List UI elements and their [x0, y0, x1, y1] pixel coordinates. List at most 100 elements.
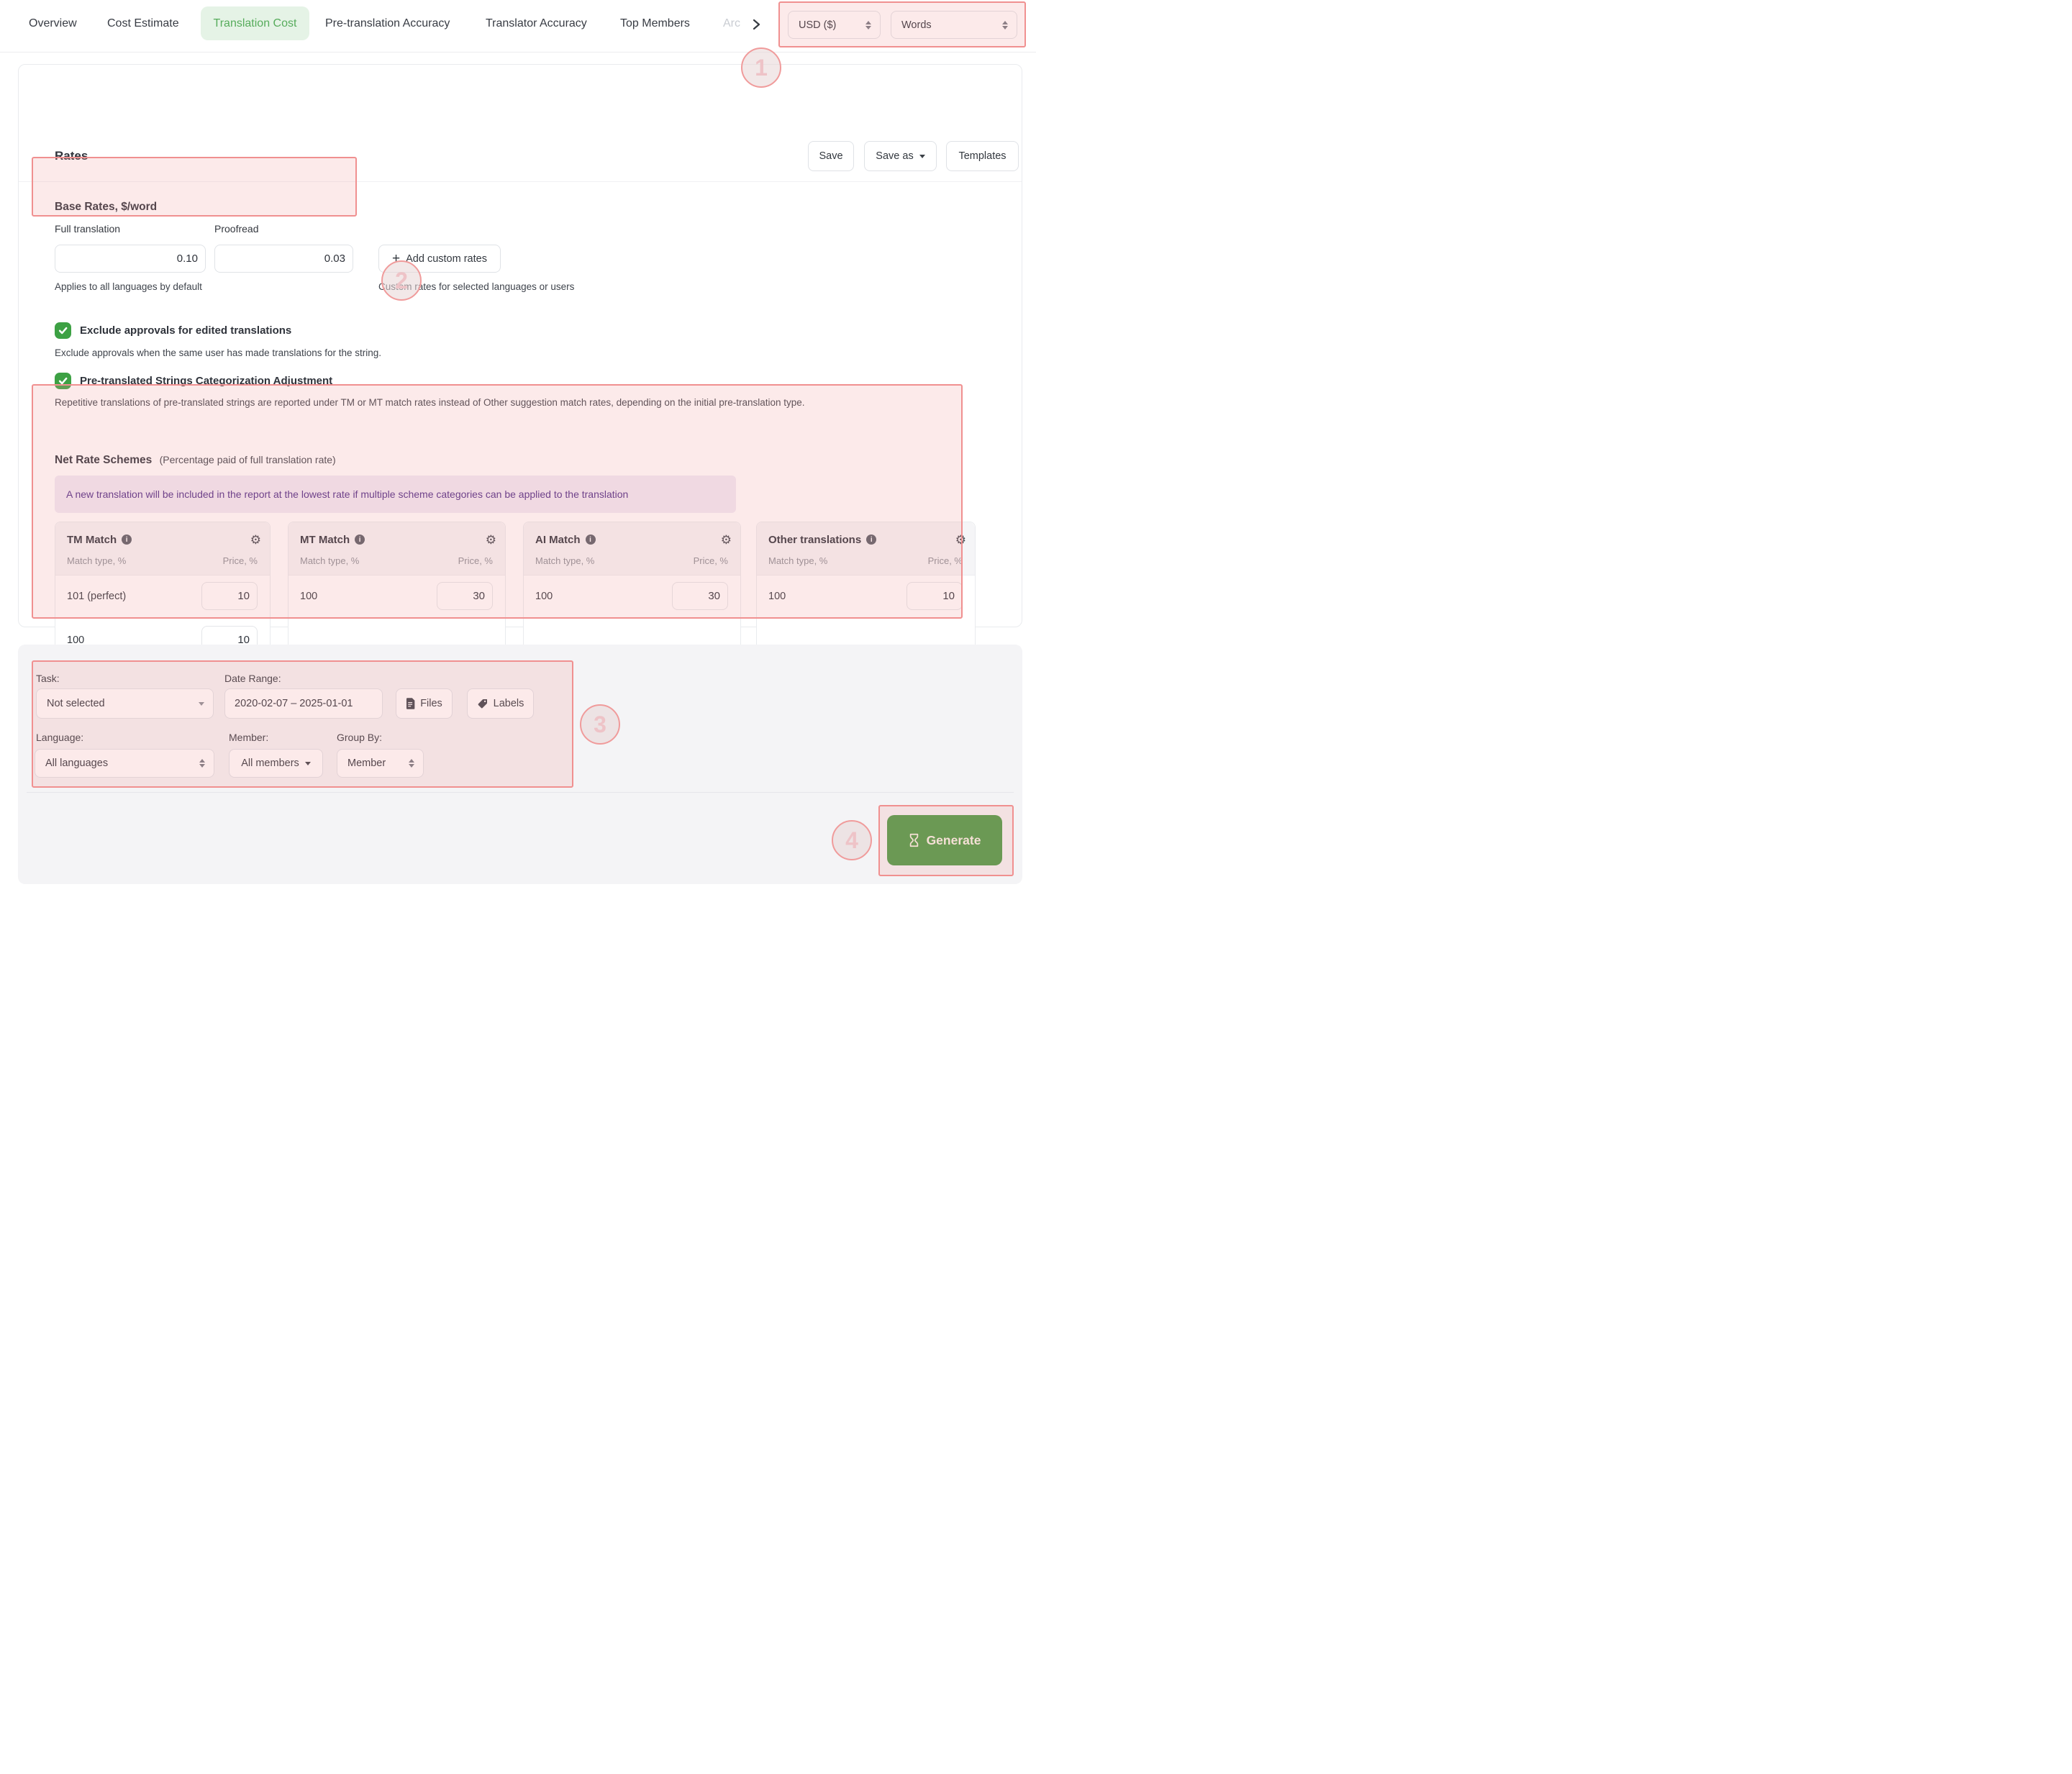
price-column-label: Price, %: [222, 555, 258, 566]
match-type-column-label: Match type, %: [535, 555, 595, 566]
info-icon[interactable]: i: [122, 535, 132, 545]
match-type-value: 100: [768, 590, 786, 602]
header-divider: [19, 181, 1022, 182]
labels-button[interactable]: Labels: [467, 688, 534, 719]
match-type-value: 100: [300, 590, 318, 602]
report-tabs-bar: Overview Cost Estimate Translation Cost …: [0, 0, 1036, 53]
caret-down-icon: [919, 154, 925, 158]
full-translation-rate-input[interactable]: [55, 245, 206, 273]
tab-top-members[interactable]: Top Members: [620, 17, 690, 30]
gear-icon[interactable]: ⚙: [486, 534, 496, 546]
member-select-button[interactable]: All members: [229, 749, 323, 778]
tag-icon: [478, 699, 487, 709]
checkmark-icon: [58, 377, 68, 385]
match-type-column-label: Match type, %: [300, 555, 360, 566]
caret-down-icon: [199, 701, 204, 706]
gear-icon[interactable]: ⚙: [721, 534, 732, 546]
mt-match-title: MT Match: [300, 533, 350, 546]
date-range-input[interactable]: [224, 688, 383, 719]
custom-rates-note: Custom rates for selected languages or u…: [378, 281, 575, 292]
base-rates-heading: Base Rates, $/word: [55, 201, 158, 213]
gear-icon[interactable]: ⚙: [955, 534, 966, 546]
save-as-label: Save as: [876, 150, 914, 162]
price-column-label: Price, %: [693, 555, 728, 566]
pretranslated-adjustment-label: Pre-translated Strings Categorization Ad…: [80, 375, 333, 387]
currency-select[interactable]: USD ($): [788, 11, 881, 39]
match-type-column-label: Match type, %: [768, 555, 828, 566]
other-100-price-input[interactable]: [906, 582, 963, 610]
tab-overview[interactable]: Overview: [29, 17, 77, 30]
proofread-label: Proofread: [214, 223, 259, 235]
gear-icon[interactable]: ⚙: [250, 534, 261, 546]
templates-button[interactable]: Templates: [946, 141, 1019, 171]
tab-cost-estimate[interactable]: Cost Estimate: [107, 17, 179, 30]
exclude-approvals-checkbox[interactable]: [55, 322, 71, 339]
date-range-label: Date Range:: [224, 673, 281, 684]
updown-icon: [865, 20, 871, 29]
save-as-button[interactable]: Save as: [864, 141, 937, 171]
match-type-value: 100: [535, 590, 553, 602]
match-type-column-label: Match type, %: [67, 555, 127, 566]
net-rate-schemes-title-text: Net Rate Schemes: [55, 454, 153, 466]
rates-card: Rates Save Save as Templates Base Rates,…: [18, 64, 1022, 676]
mt-match-row-100: 100: [300, 582, 493, 610]
task-label: Task:: [36, 673, 60, 684]
units-value: Words: [901, 19, 932, 31]
tab-translator-accuracy[interactable]: Translator Accuracy: [486, 17, 587, 30]
task-value: Not selected: [47, 698, 105, 709]
ai-100-price-input[interactable]: [672, 582, 728, 610]
mt-100-price-input[interactable]: [437, 582, 493, 610]
labels-label: Labels: [493, 698, 524, 709]
net-rate-schemes-subheading: (Percentage paid of full translation rat…: [159, 454, 336, 465]
pretranslated-adjustment-checkbox[interactable]: [55, 373, 71, 389]
lowest-rate-notice: A new translation will be included in th…: [55, 476, 736, 513]
info-icon[interactable]: i: [355, 535, 365, 545]
ai-match-title: AI Match: [535, 533, 581, 546]
member-value: All members: [241, 758, 299, 769]
units-select[interactable]: Words: [891, 11, 1017, 39]
base-rates-default-note: Applies to all languages by default: [55, 281, 202, 292]
pretranslated-adjustment-description: Repetitive translations of pre-translate…: [55, 397, 805, 408]
net-rate-schemes-heading: Net Rate Schemes (Percentage paid of ful…: [55, 454, 336, 467]
updown-icon: [409, 759, 414, 768]
rates-title: Rates: [55, 149, 88, 163]
tab-archive-truncated[interactable]: Arc: [723, 17, 740, 30]
group-by-label: Group By:: [337, 732, 383, 743]
info-icon[interactable]: i: [585, 535, 596, 545]
currency-value: USD ($): [799, 19, 837, 31]
proofread-rate-input[interactable]: [214, 245, 353, 273]
tab-translation-cost-active[interactable]: Translation Cost: [201, 6, 309, 40]
tm-match-title: TM Match: [67, 533, 117, 546]
member-label: Member:: [229, 732, 269, 743]
tab-pre-translation-accuracy[interactable]: Pre-translation Accuracy: [325, 17, 450, 30]
save-button[interactable]: Save: [808, 141, 854, 171]
price-column-label: Price, %: [458, 555, 493, 566]
tm-match-row-101: 101 (perfect): [67, 582, 258, 610]
group-by-value: Member: [347, 758, 386, 769]
plus-icon: +: [392, 251, 401, 266]
group-by-select[interactable]: Member: [337, 749, 424, 778]
language-value: All languages: [45, 758, 109, 769]
task-select[interactable]: Not selected: [36, 688, 214, 719]
ai-match-card-header: AI Match i ⚙ Match type, % Price, %: [524, 522, 740, 576]
caret-down-icon: [304, 761, 311, 765]
match-type-value: 101 (perfect): [67, 590, 127, 602]
language-label: Language:: [36, 732, 84, 743]
tm-101-price-input[interactable]: [201, 582, 258, 610]
files-button[interactable]: Files: [396, 688, 453, 719]
other-translations-title: Other translations: [768, 533, 862, 546]
generate-label: Generate: [926, 832, 981, 847]
price-column-label: Price, %: [927, 555, 963, 566]
checkmark-icon: [58, 327, 68, 335]
info-icon[interactable]: i: [866, 535, 877, 545]
files-label: Files: [420, 698, 442, 709]
footer-divider: [27, 792, 1014, 793]
add-custom-rates-label: Add custom rates: [406, 253, 487, 265]
tabs-overflow-chevron-icon[interactable]: [750, 19, 762, 34]
file-icon: [406, 698, 415, 709]
full-translation-label: Full translation: [55, 223, 121, 235]
generate-button[interactable]: Generate: [887, 815, 1002, 865]
updown-icon: [1002, 20, 1008, 29]
language-select[interactable]: All languages: [35, 749, 214, 778]
add-custom-rates-button[interactable]: + Add custom rates: [378, 245, 501, 273]
